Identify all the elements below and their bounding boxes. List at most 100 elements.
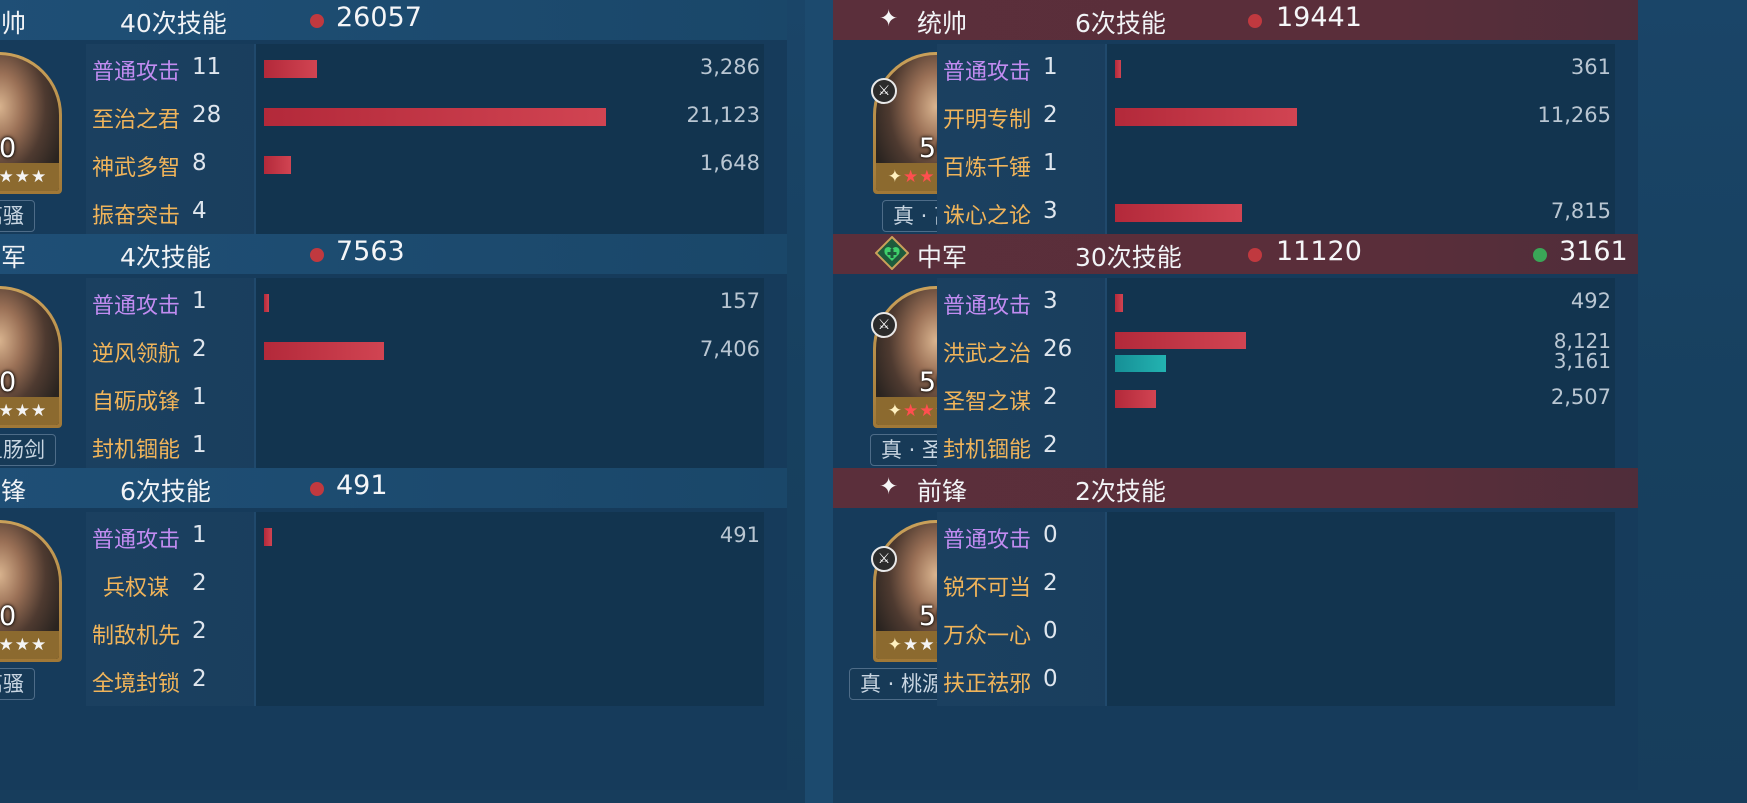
skill-row: 普通攻击 1 491	[86, 512, 764, 562]
damage-bar	[264, 294, 269, 312]
skill-times: 0	[1043, 618, 1058, 644]
skill-times: 2	[192, 570, 207, 596]
skill-row: 普通攻击 11 3,286	[86, 44, 764, 94]
damage-value: 1,648	[699, 151, 760, 175]
skill-row: 万众一心 0	[937, 608, 1615, 658]
skill-name: 普通攻击	[91, 528, 180, 553]
damage-bar-track: 8,121 3,161	[1105, 326, 1615, 376]
skill-name: 自砺成锋	[91, 390, 180, 415]
damage-value: 7,815	[1550, 199, 1611, 223]
equipment-icon: ⚔	[871, 312, 897, 338]
skill-name: 至治之君	[91, 108, 180, 133]
unit-role: 中军	[917, 243, 968, 272]
damage-bar	[264, 108, 606, 126]
damage-dot-icon	[310, 482, 324, 496]
unit-header: 统帅 40次技能 26057	[0, 0, 787, 40]
unit-header: ✦ 统帅 6次技能 19441	[833, 0, 1638, 40]
skill-row: 锐不可当 2	[937, 560, 1615, 610]
skill-list: 普通攻击 1 491 兵权谋 2 制敌机先 2 全境封锁 2	[86, 512, 764, 728]
unit-header: 前锋 6次技能 491	[0, 468, 787, 508]
skill-list: 普通攻击 3 492 洪武之治 26 8,121 3,161 圣智之谋 2 2,507 封机锢能 2	[937, 278, 1615, 494]
skill-name: 封机锢能	[91, 438, 180, 463]
skill-name: 普通攻击	[942, 60, 1031, 85]
skill-row: 诛心之论 3 7,815	[937, 188, 1615, 238]
hero-level: 50	[0, 367, 17, 398]
skill-times: 2	[1043, 570, 1058, 596]
skill-times: 26	[1043, 336, 1073, 362]
skill-cast-count: 4次技能	[120, 243, 211, 272]
damage-bar-track: 492	[1105, 278, 1615, 328]
skill-row: 自砺成锋 1	[86, 374, 764, 424]
damage-value: 21,123	[686, 103, 760, 127]
damage-bar	[264, 528, 272, 546]
skill-name: 开明专制	[942, 108, 1031, 133]
equipment-icon: ⚔	[871, 546, 897, 572]
damage-bar	[264, 342, 384, 360]
skill-row: 普通攻击 1 157	[86, 278, 764, 328]
equipment-icon: ⚔	[871, 78, 897, 104]
unit-section: 统帅 40次技能 26057 50✦★★★★★ 真 · 离骚 普通攻击 11 3,286 至治之…	[0, 0, 787, 262]
hero-portrait[interactable]: 50✦★★★★★	[0, 52, 62, 194]
skill-row: 普通攻击 0	[937, 512, 1615, 562]
skill-name: 圣智之谋	[942, 390, 1031, 415]
skill-cast-count: 40次技能	[120, 9, 227, 38]
unit-role: 前锋	[0, 477, 27, 506]
skill-name: 普通攻击	[942, 294, 1031, 319]
skill-times: 2	[1043, 384, 1058, 410]
skill-name: 全境封锁	[91, 672, 180, 697]
damage-bar-track	[254, 560, 764, 610]
damage-bar	[1115, 204, 1242, 222]
skill-row: 洪武之治 26 8,121 3,161	[937, 326, 1615, 376]
damage-value: 11,265	[1537, 103, 1611, 127]
damage-bar-track: 7,815	[1105, 188, 1615, 238]
heal-bar	[1115, 355, 1166, 372]
total-damage: 26057	[336, 2, 422, 33]
damage-value: 2,507	[1550, 385, 1611, 409]
unit-header: 中军 4次技能 7563	[0, 234, 787, 274]
skill-times: 2	[192, 666, 207, 692]
total-damage: 11120	[1276, 236, 1362, 267]
damage-value: 7,406	[699, 337, 760, 361]
heal-value: 3,161	[1553, 349, 1611, 373]
unit-header: ✦ 前锋 2次技能	[833, 468, 1638, 508]
damage-dot-icon	[310, 248, 324, 262]
skill-row: 开明专制 2 11,265	[937, 92, 1615, 142]
hero-image: 50✦★★★★★	[0, 289, 59, 425]
skill-row: 圣智之谋 2 2,507	[937, 374, 1615, 424]
hero-portrait[interactable]: 50✦★★★★★	[0, 286, 62, 428]
skill-name: 万众一心	[942, 624, 1031, 649]
hero-portrait[interactable]: 50✦★★★★★	[0, 520, 62, 662]
skill-times: 8	[192, 150, 207, 176]
skill-times: 1	[192, 432, 207, 458]
damage-dot-icon	[1248, 248, 1262, 262]
damage-bar-track: 491	[254, 512, 764, 562]
damage-bar-track	[254, 188, 764, 238]
star-rating: ✦★★★★★	[0, 163, 59, 191]
damage-bar-track: 11,265	[1105, 92, 1615, 142]
skill-times: 1	[1043, 54, 1058, 80]
total-damage: 19441	[1276, 2, 1362, 33]
heal-icon	[874, 235, 910, 271]
damage-bar	[1115, 294, 1123, 312]
damage-bar-track	[1105, 422, 1615, 472]
skill-name: 逆风领航	[91, 342, 180, 367]
skill-row: 扶正祛邪 0	[937, 656, 1615, 706]
treasure-label: 真 · 鱼肠剑	[0, 434, 57, 466]
damage-bar-track	[1105, 512, 1615, 562]
skill-row: 至治之君 28 21,123	[86, 92, 764, 142]
skill-name: 普通攻击	[91, 294, 180, 319]
skill-list: 普通攻击 1 361 开明专制 2 11,265 百炼千锤 1 诛心之论 3 7,815	[937, 44, 1615, 260]
skill-row: 神武多智 8 1,648	[86, 140, 764, 190]
skill-times: 0	[1043, 522, 1058, 548]
treasure-label: 真 · 离骚	[0, 668, 36, 700]
skill-row: 兵权谋 2	[86, 560, 764, 610]
hero-level: 50	[0, 133, 17, 164]
skill-row: 普通攻击 1 361	[937, 44, 1615, 94]
skill-cast-count: 30次技能	[1075, 243, 1182, 272]
skill-name: 兵权谋	[102, 576, 169, 601]
damage-bar-track: 2,507	[1105, 374, 1615, 424]
damage-bar	[264, 60, 317, 78]
right-team-panel: ✦统帅6次技能1944150✦★★★★★⚔真 · 离骚普通攻击1361开明专制2…	[833, 0, 1638, 790]
skill-row: 普通攻击 3 492	[937, 278, 1615, 328]
skill-name: 扶正祛邪	[942, 672, 1031, 697]
